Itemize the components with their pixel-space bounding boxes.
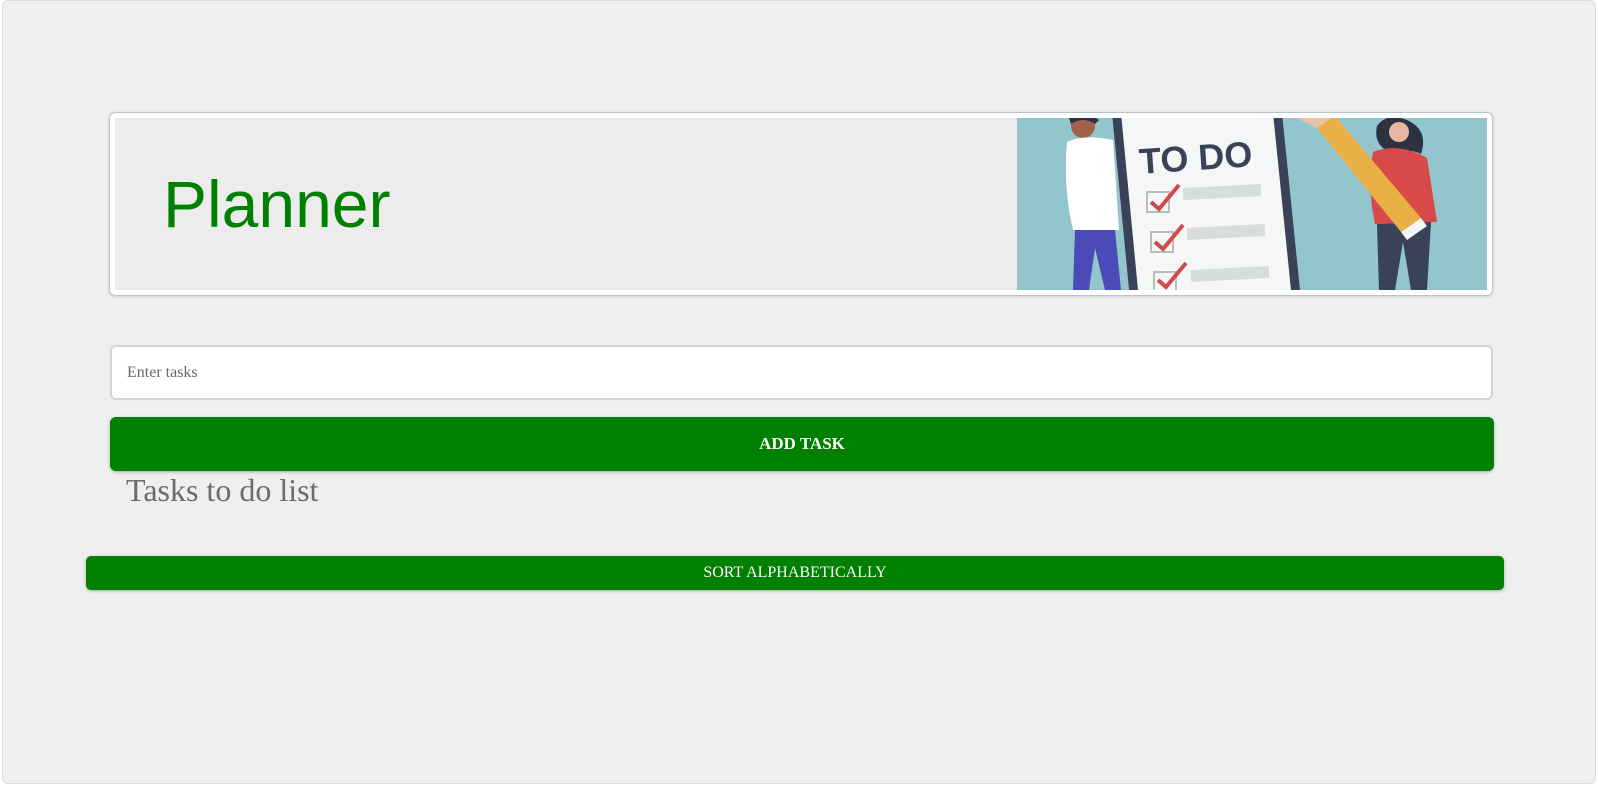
sort-alphabetically-button[interactable]: SORT ALPHABETICALLY [86,556,1504,590]
header-banner: Planner TO DO [115,118,1487,290]
add-task-button[interactable]: ADD TASK [110,417,1494,471]
task-input[interactable] [110,345,1493,400]
planner-app: Planner TO DO Enter tasks ADD TASK Tasks… [2,0,1596,784]
todo-illustration: TO DO [1017,118,1487,290]
task-list-heading: Tasks to do list [126,472,319,508]
header-card: Planner TO DO [109,112,1493,296]
page-title: Planner [163,167,391,241]
todo-board-text: TO DO [1138,133,1254,182]
